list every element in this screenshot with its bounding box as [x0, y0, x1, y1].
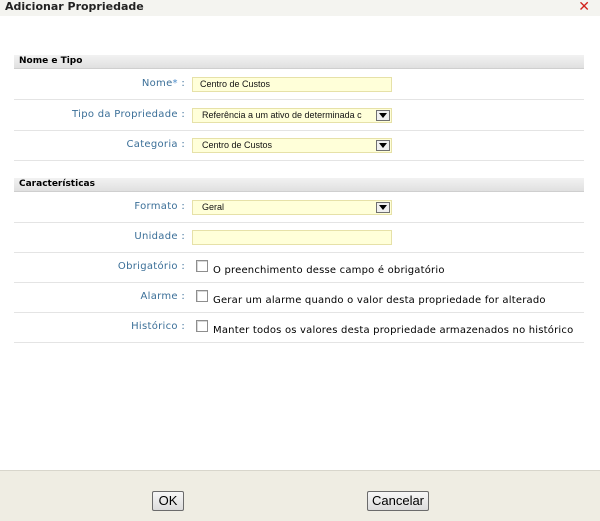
formato-label: Formato : [134, 201, 185, 212]
formato-select-value: Geral [202, 202, 225, 212]
historico-label: Histórico : [131, 321, 185, 332]
alarme-checkbox-label: Gerar um alarme quando o valor desta pro… [213, 295, 546, 306]
close-icon[interactable]: ✕ [578, 0, 590, 15]
row-formato: Formato : Geral [14, 192, 584, 223]
categoria-label: Categoria : [126, 139, 185, 150]
section-header-nome-tipo: Nome e Tipo [14, 55, 584, 69]
section-title: Características [19, 179, 95, 189]
row-categoria: Categoria : Centro de Custos [14, 130, 584, 161]
row-historico: Histórico : Manter todos os valores dest… [14, 312, 584, 343]
section-header-caracteristicas: Características [14, 178, 584, 192]
dialog-title: Adicionar Propriedade [5, 0, 144, 13]
alarme-label: Alarme : [140, 291, 185, 302]
tipo-select[interactable]: Referência a um ativo de determinada c [192, 108, 392, 123]
categoria-select-value: Centro de Custos [202, 140, 273, 150]
dialog-titlebar: Adicionar Propriedade ✕ [0, 0, 600, 16]
row-tipo: Tipo da Propriedade : Referência a um at… [14, 100, 584, 131]
row-unidade: Unidade : [14, 222, 584, 253]
row-alarme: Alarme : Gerar um alarme quando o valor … [14, 282, 584, 313]
cancel-button[interactable]: Cancelar [367, 491, 429, 511]
tipo-select-value: Referência a um ativo de determinada c [202, 110, 362, 120]
row-obrigatorio: Obrigatório : O preenchimento desse camp… [14, 252, 584, 283]
obrigatorio-checkbox[interactable] [196, 260, 208, 272]
historico-checkbox[interactable] [196, 320, 208, 332]
tipo-label: Tipo da Propriedade : [72, 109, 185, 120]
unidade-input[interactable] [192, 230, 392, 245]
section-title: Nome e Tipo [19, 56, 83, 66]
chevron-down-icon[interactable] [376, 140, 390, 151]
dialog-footer: OK Cancelar [0, 470, 600, 521]
required-asterisk: * [172, 78, 178, 89]
unidade-label: Unidade : [134, 231, 185, 242]
ok-button[interactable]: OK [152, 491, 184, 511]
obrigatorio-label: Obrigatório : [117, 261, 185, 272]
chevron-down-icon[interactable] [376, 110, 390, 121]
obrigatorio-checkbox-label: O preenchimento desse campo é obrigatóri… [213, 265, 445, 276]
chevron-down-icon[interactable] [376, 202, 390, 213]
categoria-select[interactable]: Centro de Custos [192, 138, 392, 153]
alarme-checkbox[interactable] [196, 290, 208, 302]
formato-select[interactable]: Geral [192, 200, 392, 215]
historico-checkbox-label: Manter todos os valores desta propriedad… [213, 325, 574, 336]
row-nome: Nome* : Centro de Custos [14, 69, 584, 100]
nome-label: Nome* : [141, 78, 185, 89]
nome-input[interactable]: Centro de Custos [192, 77, 392, 92]
